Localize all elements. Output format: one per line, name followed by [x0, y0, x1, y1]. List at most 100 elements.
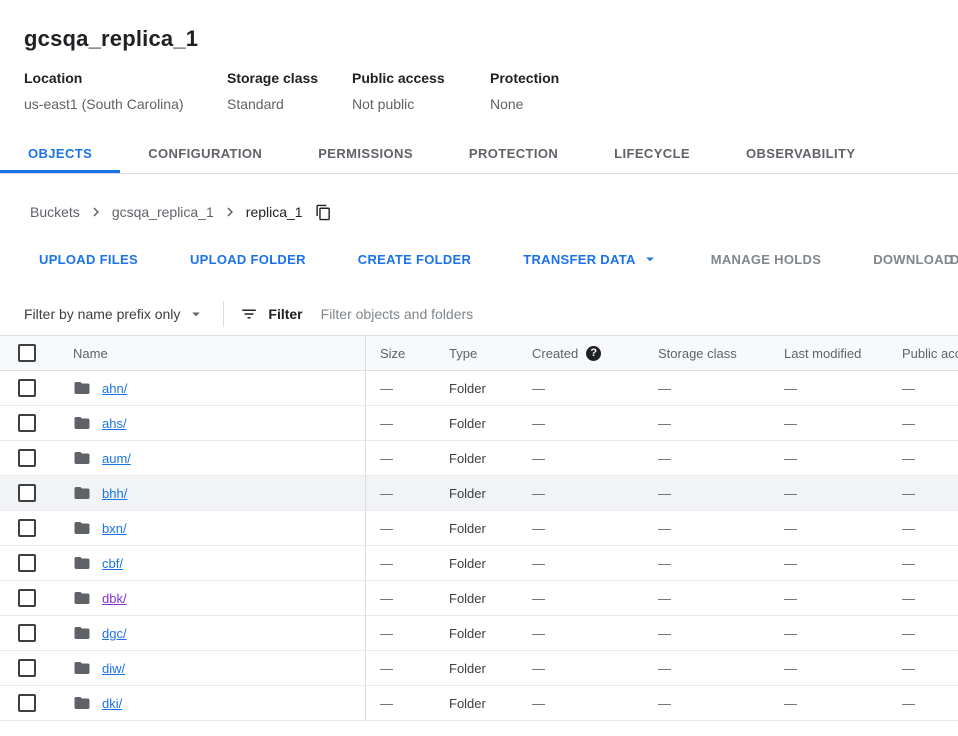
- table-header-row: Name Size Type Created Storage class Las…: [0, 336, 958, 371]
- size-cell: —: [366, 591, 449, 606]
- object-name-link[interactable]: bhh/: [102, 486, 127, 501]
- name-cell: dgc/: [56, 616, 366, 650]
- object-name-link[interactable]: dki/: [102, 696, 122, 711]
- type-cell: Folder: [449, 486, 532, 501]
- type-cell: Folder: [449, 556, 532, 571]
- row-checkbox[interactable]: [18, 659, 36, 677]
- upload-folder-button[interactable]: UPLOAD FOLDER: [176, 241, 320, 277]
- header-type: Type: [449, 346, 532, 361]
- filter-input[interactable]: [319, 305, 739, 323]
- public-access-cell: —: [902, 416, 958, 431]
- folder-icon: [73, 659, 91, 677]
- info-location: Location us-east1 (South Carolina): [24, 70, 227, 112]
- button-label: TRANSFER DATA: [523, 252, 635, 267]
- object-name-link[interactable]: dgc/: [102, 626, 127, 641]
- tab-lifecycle[interactable]: LIFECYCLE: [586, 133, 718, 173]
- public-access-cell: —: [902, 486, 958, 501]
- public-access-cell: —: [902, 591, 958, 606]
- upload-files-button[interactable]: UPLOAD FILES: [25, 241, 152, 277]
- row-checkbox[interactable]: [18, 624, 36, 642]
- name-cell: bhh/: [56, 476, 366, 510]
- folder-icon: [73, 414, 91, 432]
- help-icon[interactable]: [586, 346, 601, 361]
- type-cell: Folder: [449, 521, 532, 536]
- row-checkbox[interactable]: [18, 484, 36, 502]
- object-name-link[interactable]: dbk/: [102, 591, 127, 606]
- tab-permissions[interactable]: PERMISSIONS: [290, 133, 441, 173]
- tab-protection[interactable]: PROTECTION: [441, 133, 586, 173]
- header-name: Name: [56, 336, 366, 370]
- created-cell: —: [532, 521, 658, 536]
- created-cell: —: [532, 626, 658, 641]
- row-checkbox-cell: [0, 406, 56, 440]
- delete-button[interactable]: DELETE: [936, 241, 958, 277]
- tab-observability[interactable]: OBSERVABILITY: [718, 133, 883, 173]
- breadcrumb-buckets[interactable]: Buckets: [30, 204, 80, 220]
- object-name-link[interactable]: diw/: [102, 661, 125, 676]
- name-cell: bxn/: [56, 511, 366, 545]
- row-checkbox[interactable]: [18, 694, 36, 712]
- info-protection: Protection None: [490, 70, 559, 112]
- name-cell: aum/: [56, 441, 366, 475]
- object-name-link[interactable]: bxn/: [102, 521, 127, 536]
- row-checkbox[interactable]: [18, 589, 36, 607]
- public-access-cell: —: [902, 696, 958, 711]
- row-checkbox-cell: [0, 581, 56, 615]
- object-name-link[interactable]: aum/: [102, 451, 131, 466]
- tab-objects[interactable]: OBJECTS: [0, 133, 120, 173]
- info-label: Public access: [352, 70, 490, 86]
- row-checkbox-cell: [0, 651, 56, 685]
- header-last-modified: Last modified: [784, 346, 902, 361]
- row-checkbox[interactable]: [18, 449, 36, 467]
- name-cell: diw/: [56, 651, 366, 685]
- manage-holds-button[interactable]: MANAGE HOLDS: [697, 241, 836, 277]
- filter-list-icon: [240, 305, 258, 323]
- table-row: ahs/ — Folder — — — —: [0, 406, 958, 441]
- last-modified-cell: —: [784, 591, 902, 606]
- storage-class-cell: —: [658, 626, 784, 641]
- folder-icon: [73, 589, 91, 607]
- breadcrumb-current-folder: replica_1: [246, 204, 303, 220]
- table-row: bxn/ — Folder — — — —: [0, 511, 958, 546]
- row-checkbox-cell: [0, 476, 56, 510]
- size-cell: —: [366, 696, 449, 711]
- info-value: Standard: [227, 96, 352, 112]
- created-cell: —: [532, 451, 658, 466]
- object-name-link[interactable]: ahn/: [102, 381, 127, 396]
- row-checkbox-cell: [0, 546, 56, 580]
- created-cell: —: [532, 486, 658, 501]
- arrow-drop-down-icon: [641, 250, 659, 268]
- folder-icon: [73, 554, 91, 572]
- storage-class-cell: —: [658, 486, 784, 501]
- type-cell: Folder: [449, 381, 532, 396]
- public-access-cell: —: [902, 626, 958, 641]
- select-all-checkbox[interactable]: [18, 344, 36, 362]
- created-cell: —: [532, 696, 658, 711]
- row-checkbox[interactable]: [18, 379, 36, 397]
- row-checkbox[interactable]: [18, 554, 36, 572]
- created-cell: —: [532, 416, 658, 431]
- breadcrumb-bucket-name[interactable]: gcsqa_replica_1: [112, 204, 214, 220]
- filter-bar: Filter by name prefix only Filter: [0, 292, 958, 336]
- object-name-link[interactable]: ahs/: [102, 416, 127, 431]
- created-cell: —: [532, 661, 658, 676]
- tab-bar: OBJECTS CONFIGURATION PERMISSIONS PROTEC…: [0, 133, 958, 174]
- header-size: Size: [366, 346, 449, 361]
- row-checkbox-cell: [0, 371, 56, 405]
- copy-icon[interactable]: [315, 204, 332, 221]
- type-cell: Folder: [449, 451, 532, 466]
- row-checkbox[interactable]: [18, 519, 36, 537]
- row-checkbox[interactable]: [18, 414, 36, 432]
- create-folder-button[interactable]: CREATE FOLDER: [344, 241, 485, 277]
- row-checkbox-cell: [0, 441, 56, 475]
- object-name-link[interactable]: cbf/: [102, 556, 123, 571]
- filter-scope-dropdown[interactable]: Filter by name prefix only: [24, 305, 205, 323]
- storage-class-cell: —: [658, 416, 784, 431]
- last-modified-cell: —: [784, 696, 902, 711]
- storage-class-cell: —: [658, 451, 784, 466]
- info-value: Not public: [352, 96, 490, 112]
- table-row: diw/ — Folder — — — —: [0, 651, 958, 686]
- tab-configuration[interactable]: CONFIGURATION: [120, 133, 290, 173]
- transfer-data-button[interactable]: TRANSFER DATA: [509, 241, 672, 277]
- table-row: cbf/ — Folder — — — —: [0, 546, 958, 581]
